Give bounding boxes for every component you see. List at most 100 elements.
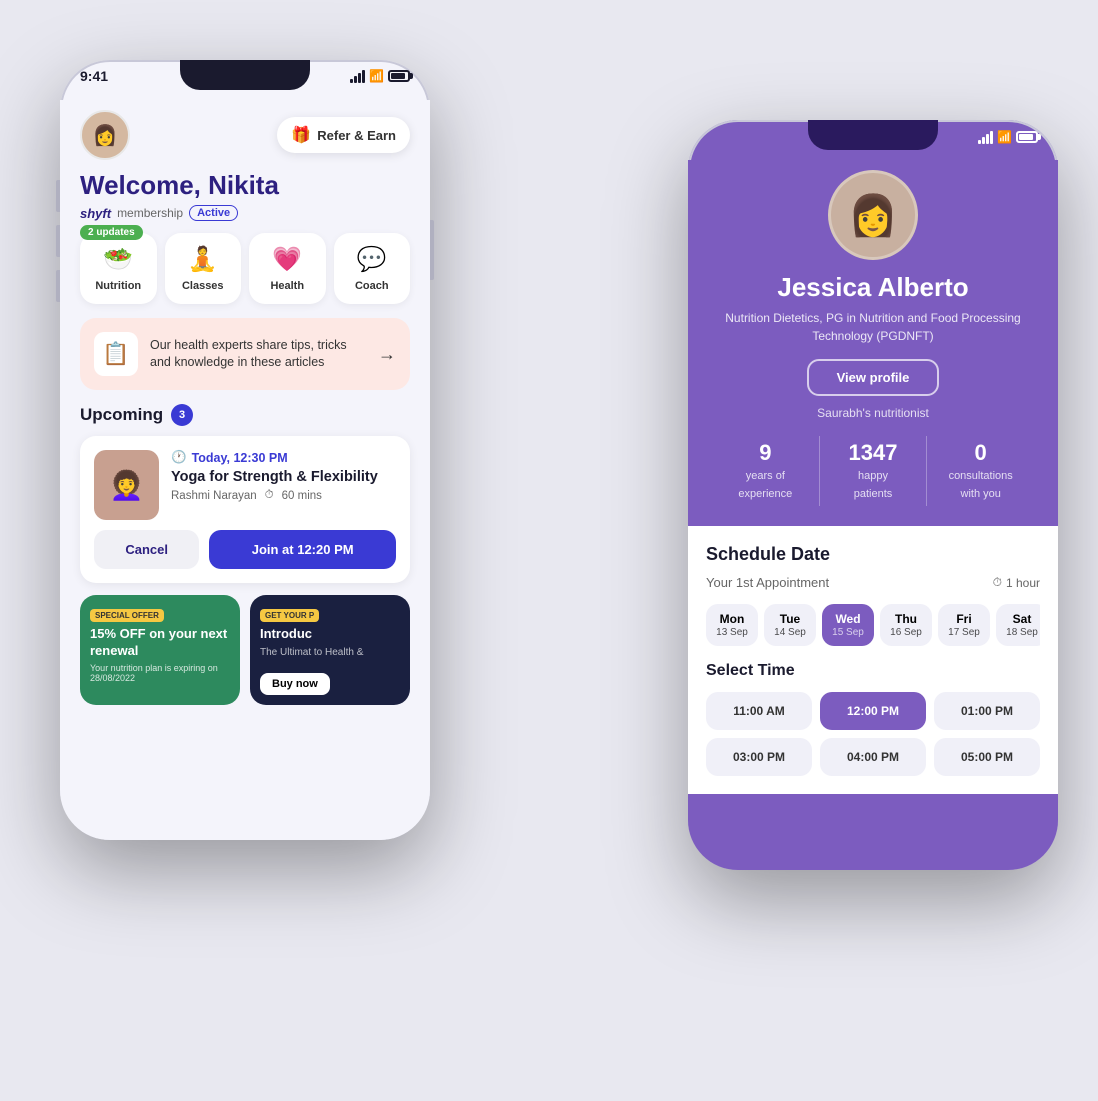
schedule-section: Schedule Date Your 1st Appointment ⏱ 1 h… (688, 526, 1058, 794)
membership-row: shyft membership Active (80, 205, 410, 221)
promo-row: SPECIAL OFFER 15% OFF on your next renew… (80, 595, 410, 705)
upcoming-row: Upcoming 3 (80, 404, 410, 426)
session-buttons: Cancel Join at 12:20 PM (94, 530, 396, 569)
stat-consultations-label: consultationswith you (949, 470, 1013, 500)
date-sat[interactable]: Sat 18 Sep (996, 604, 1040, 646)
time-0500pm[interactable]: 05:00 PM (934, 738, 1040, 776)
nutrition-icon: 🥗 (103, 245, 133, 274)
promo-sub-1: Your nutrition plan is expiring on 28/08… (90, 663, 230, 683)
left-phone: 9:41 📶 👩 🎁 Refer & Earn Welcome, Nikita (60, 60, 430, 840)
classes-label: Classes (182, 280, 224, 292)
view-profile-button[interactable]: View profile (807, 359, 940, 396)
right-battery-icon (1016, 131, 1038, 143)
right-screen: 👩 Jessica Alberto Nutrition Dietetics, P… (688, 160, 1058, 870)
category-coach[interactable]: 💬 Coach (334, 233, 411, 304)
promo-card-2[interactable]: GET YOUR P Introduc The Ultimat to Healt… (250, 595, 410, 705)
session-time-text: Today, 12:30 PM (192, 451, 288, 465)
date-wed[interactable]: Wed 15 Sep (822, 604, 874, 646)
stats-row: 9 years ofexperience 1347 happypatients … (712, 436, 1034, 506)
coach-profile-section: 👩 Jessica Alberto Nutrition Dietetics, P… (688, 160, 1058, 526)
time-0100pm[interactable]: 01:00 PM (934, 692, 1040, 730)
coach-credentials: Nutrition Dietetics, PG in Nutrition and… (712, 309, 1034, 345)
stat-consultations: 0 consultationswith you (927, 436, 1034, 506)
session-title: Yoga for Strength & Flexibility (171, 469, 396, 485)
right-wifi-icon: 📶 (997, 130, 1012, 144)
get-badge: GET YOUR P (260, 609, 319, 622)
gift-icon: 🎁 (291, 125, 311, 145)
duration-icon: ⏱ (265, 489, 274, 502)
date-mon[interactable]: Mon 13 Sep (706, 604, 758, 646)
session-info: 🕐 Today, 12:30 PM Yoga for Strength & Fl… (171, 450, 396, 520)
time-0400pm[interactable]: 04:00 PM (820, 738, 926, 776)
date-tue[interactable]: Tue 14 Sep (764, 604, 816, 646)
refer-earn-button[interactable]: 🎁 Refer & Earn (277, 117, 410, 153)
shyft-logo: shyft (80, 206, 111, 221)
user-avatar[interactable]: 👩 (80, 110, 130, 160)
stat-experience-num: 9 (712, 440, 819, 466)
time-section-title: Select Time (706, 662, 1040, 680)
appointment-label: Your 1st Appointment (706, 575, 829, 590)
right-signal-icon (978, 131, 993, 144)
session-time: 🕐 Today, 12:30 PM (171, 450, 396, 465)
date-thu[interactable]: Thu 16 Sep (880, 604, 932, 646)
right-phone: 📶 👩 Jessica Alberto Nutrition Dietetics,… (688, 120, 1058, 870)
schedule-title: Schedule Date (706, 544, 830, 565)
classes-icon: 🧘 (188, 245, 218, 274)
promo-title-1: 15% OFF on your next renewal (90, 626, 230, 660)
membership-text: membership (117, 206, 183, 220)
stat-experience-label: years ofexperience (738, 470, 792, 500)
right-status-icons: 📶 (978, 130, 1038, 144)
stat-experience: 9 years ofexperience (712, 436, 820, 506)
welcome-text: Welcome, Nikita (80, 170, 410, 201)
category-nutrition[interactable]: 🥗 Nutrition (80, 233, 157, 304)
category-health[interactable]: 💗 Health (249, 233, 326, 304)
instructor-name: Rashmi Narayan (171, 490, 257, 502)
join-button[interactable]: Join at 12:20 PM (209, 530, 396, 569)
appointment-row: Your 1st Appointment ⏱ 1 hour (706, 575, 1040, 590)
article-card[interactable]: 📋 Our health experts share tips, tricks … (80, 318, 410, 390)
coach-label: Coach (355, 280, 389, 292)
promo-card-1[interactable]: SPECIAL OFFER 15% OFF on your next renew… (80, 595, 240, 705)
instructor-avatar: 👩‍🦱 (94, 450, 159, 520)
upcoming-title: Upcoming (80, 405, 163, 425)
coach-icon: 💬 (357, 245, 387, 274)
left-screen: 👩 🎁 Refer & Earn Welcome, Nikita shyft m… (60, 100, 430, 840)
date-fri[interactable]: Fri 17 Sep (938, 604, 990, 646)
header-row: 👩 🎁 Refer & Earn (80, 110, 410, 160)
time-0300pm[interactable]: 03:00 PM (706, 738, 812, 776)
upcoming-count: 3 (171, 404, 193, 426)
stat-patients: 1347 happypatients (820, 436, 928, 506)
clock-small-icon: ⏱ (993, 575, 1002, 590)
wifi-icon: 📶 (369, 69, 384, 83)
cancel-button[interactable]: Cancel (94, 530, 199, 569)
appointment-duration: ⏱ 1 hour (993, 575, 1040, 590)
session-meta: Rashmi Narayan ⏱ 60 mins (171, 489, 396, 502)
active-badge: Active (189, 205, 238, 221)
nutrition-label: Nutrition (95, 280, 141, 292)
health-label: Health (270, 280, 304, 292)
special-offer-badge: SPECIAL OFFER (90, 609, 164, 622)
clock-icon: 🕐 (171, 450, 187, 465)
updates-badge: 2 updates (80, 225, 143, 240)
session-card: 👩‍🦱 🕐 Today, 12:30 PM Yoga for Strength … (80, 436, 410, 583)
left-status-bar: 9:41 📶 (80, 68, 410, 84)
stat-patients-num: 1347 (820, 440, 927, 466)
duration-text: 1 hour (1006, 576, 1040, 590)
buy-now-button[interactable]: Buy now (260, 673, 330, 695)
health-icon: 💗 (272, 245, 302, 274)
status-time: 9:41 (80, 68, 108, 84)
battery-icon (388, 70, 410, 82)
promo-title-2: Introduc (260, 626, 400, 643)
article-text: Our health experts share tips, tricks an… (150, 337, 366, 372)
refer-earn-label: Refer & Earn (317, 128, 396, 143)
time-1100am[interactable]: 11:00 AM (706, 692, 812, 730)
session-duration: 60 mins (282, 490, 322, 502)
dates-row: Mon 13 Sep Tue 14 Sep Wed 15 Sep Thu 16 … (706, 604, 1040, 646)
promo-sub-2: The Ultimat to Health & (260, 647, 400, 658)
times-grid: 11:00 AM 12:00 PM 01:00 PM 03:00 PM 04:0… (706, 692, 1040, 776)
time-1200pm[interactable]: 12:00 PM (820, 692, 926, 730)
stat-patients-label: happypatients (854, 470, 893, 500)
arrow-icon: → (378, 344, 396, 365)
stat-consultations-num: 0 (927, 440, 1034, 466)
category-classes[interactable]: 🧘 Classes (165, 233, 242, 304)
